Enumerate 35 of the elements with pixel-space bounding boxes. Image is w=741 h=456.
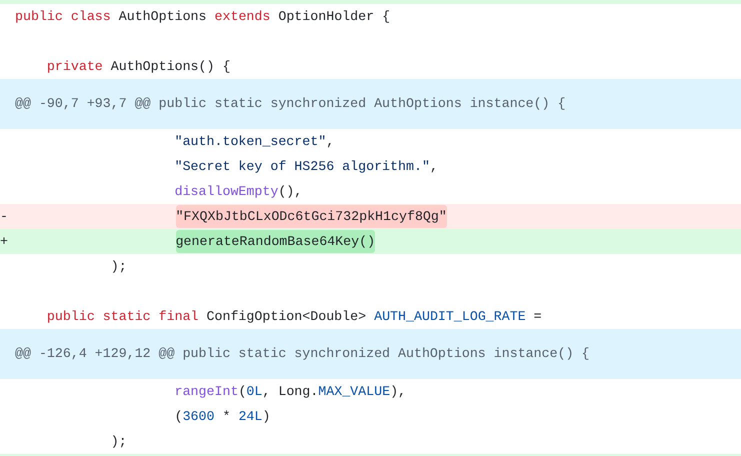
code-token: 3600	[182, 408, 214, 426]
code-token: MAX_VALUE	[318, 382, 390, 401]
code-token: AUTH_AUDIT_LOG_RATE	[374, 308, 526, 326]
changed-code: "FXQXbJtbCLxODc6tGci732pkH1cyf8Qg"	[176, 204, 447, 228]
code-token: OptionHolder {	[278, 8, 390, 26]
code-token: );	[110, 258, 127, 276]
code-token: private	[46, 58, 104, 76]
code-token: , Long.	[262, 382, 318, 401]
code-token: 0L	[246, 382, 262, 401]
code-token: (	[238, 382, 246, 401]
code-token: ConfigOption<Double>	[206, 308, 368, 326]
diff-marker: -	[0, 208, 9, 226]
code-token: public static final	[46, 308, 200, 326]
code-token: public class	[15, 8, 112, 26]
code-token: *	[221, 408, 232, 426]
code-token: @@ -90,7 +93,7 @@ public static synchronized AuthOptions instance() {	[15, 95, 566, 114]
code-token: (	[174, 408, 183, 426]
code-token: ,	[430, 158, 438, 176]
code-token: (),	[278, 182, 302, 201]
code-token: =	[532, 308, 542, 326]
code-token: "Secret key of HS256 algorithm."	[174, 158, 430, 176]
code-token: @@ -126,4 +129,12 @@ public static synchronized AuthOptions instance() {	[15, 345, 590, 364]
code-token: "auth.token_secret"	[174, 132, 326, 151]
code-token: rangeInt	[174, 382, 238, 401]
code-token: 24L	[238, 408, 262, 426]
changed-code: generateRandomBase64Key()	[176, 230, 376, 254]
code-token: disallowEmpty	[174, 182, 278, 201]
code-token: ,	[326, 132, 334, 151]
code-token: );	[110, 432, 127, 451]
code-token: ),	[390, 382, 406, 401]
code-token: AuthOptions	[118, 8, 208, 26]
diff-marker: +	[0, 232, 9, 251]
code-token: )	[262, 408, 270, 426]
code-token: extends	[214, 8, 272, 26]
code-token: AuthOptions() {	[110, 58, 230, 76]
